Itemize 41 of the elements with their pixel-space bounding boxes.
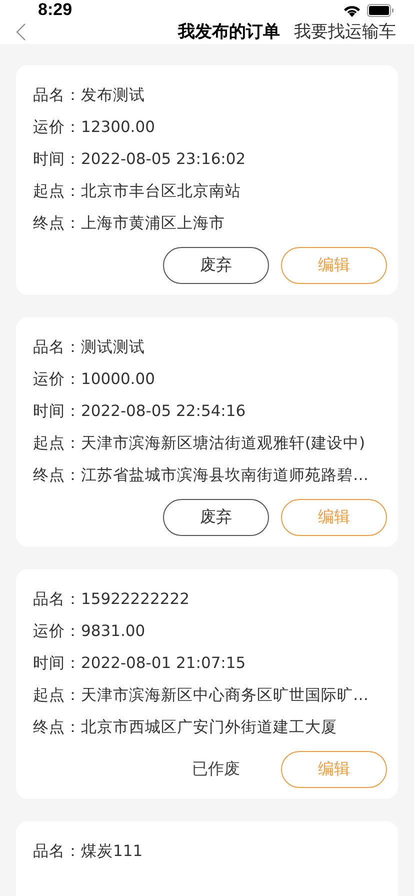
field-label: 品名： <box>33 841 81 862</box>
field-value: 2022-08-05 22:54:16 <box>81 401 246 422</box>
field-label: 运价： <box>33 621 81 642</box>
field-label: 运价： <box>33 369 81 390</box>
field-label: 运价： <box>33 117 81 138</box>
wifi-icon <box>343 4 361 16</box>
field-value: 测试测试 <box>81 337 145 358</box>
discard-button[interactable]: 废弃 <box>163 499 269 536</box>
field-value: 15922222222 <box>81 589 190 610</box>
discard-button[interactable]: 废弃 <box>163 247 269 284</box>
field-value: 12300.00 <box>81 117 155 138</box>
field-label: 终点： <box>33 717 81 738</box>
field-value: 江苏省盐城市滨海县坎南街道师苑路碧… <box>81 465 368 486</box>
field-value: 天津市滨海新区塘沽街道观雅轩(建设中) <box>81 433 366 454</box>
field-label: 终点： <box>33 213 81 234</box>
field-value: 煤炭111 <box>81 841 143 862</box>
nav-tab[interactable]: 我要找运输车 <box>290 20 400 44</box>
field-label: 时间： <box>33 401 81 422</box>
field-label: 起点： <box>33 181 81 202</box>
field-value: 上海市黄浦区上海市 <box>81 213 225 234</box>
status-label: 已作废 <box>191 759 241 780</box>
nav-tab[interactable]: 我发布的订单 <box>174 20 284 44</box>
field-value: 北京市西城区广安门外街道建工大厦 <box>81 717 337 738</box>
battery-icon <box>367 4 394 16</box>
field-value: 9831.00 <box>81 621 146 642</box>
field-label: 终点： <box>33 465 81 486</box>
field-label: 品名： <box>33 85 81 106</box>
field-label: 品名： <box>33 589 81 610</box>
field-label: 起点： <box>33 433 81 454</box>
field-value: 天津市滨海新区中心商务区旷世国际旷… <box>81 685 368 706</box>
field-label: 时间： <box>33 653 81 674</box>
field-value: 北京市丰台区北京南站 <box>81 181 241 202</box>
field-label: 起点： <box>33 685 81 706</box>
field-value: 2022-08-05 23:16:02 <box>81 149 246 170</box>
field-label: 品名： <box>33 337 81 358</box>
back-icon[interactable] <box>16 23 26 41</box>
field-value: 10000.00 <box>81 369 155 390</box>
status-time: 8:29 <box>38 0 72 20</box>
field-value: 2022-08-01 21:07:15 <box>81 653 246 674</box>
field-label: 时间： <box>33 149 81 170</box>
field-value: 发布测试 <box>81 85 145 106</box>
